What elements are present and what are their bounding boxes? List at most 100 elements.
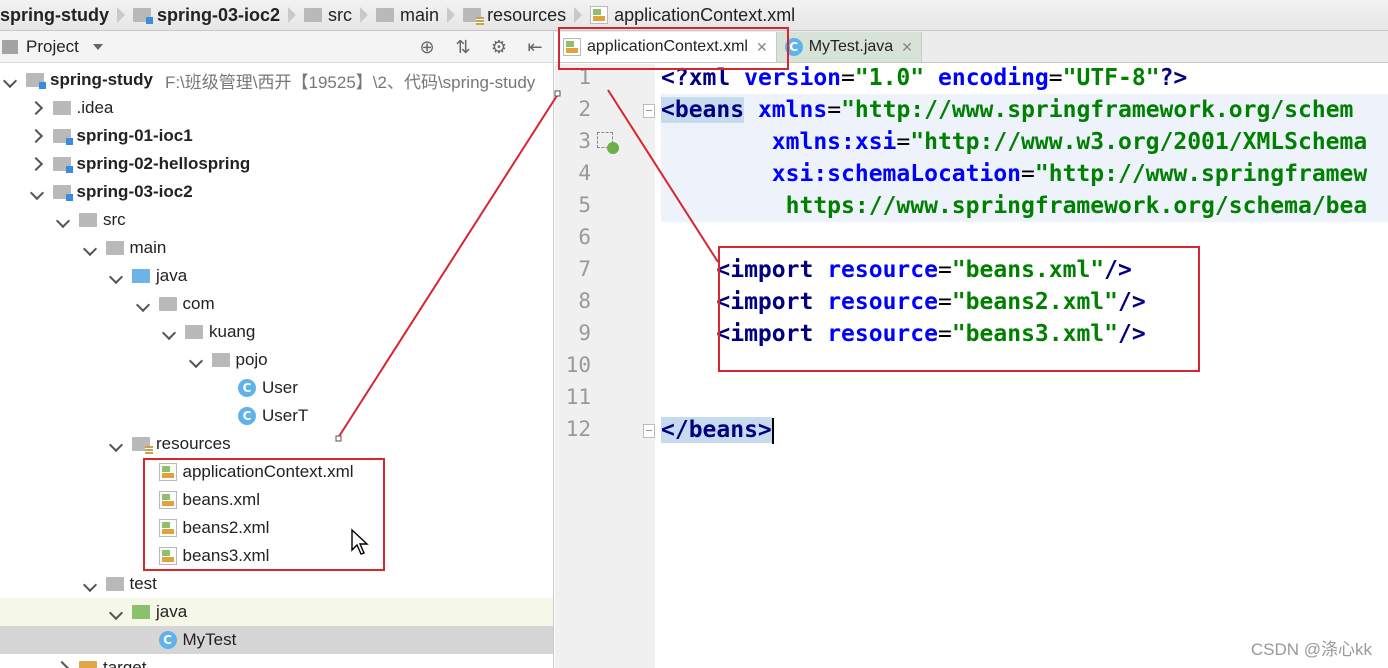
excluded-folder-icon bbox=[79, 661, 97, 668]
chevron-down-icon[interactable] bbox=[137, 297, 151, 311]
chevron-down-icon[interactable] bbox=[31, 185, 45, 199]
code-token: "http://www.springframew bbox=[1034, 161, 1368, 187]
chevron-down-icon[interactable] bbox=[110, 605, 124, 619]
line-number: 3 bbox=[578, 129, 591, 153]
project-view-selector[interactable]: Project bbox=[2, 37, 103, 57]
chevron-down-icon[interactable] bbox=[84, 577, 98, 591]
tree-item[interactable]: target bbox=[0, 654, 553, 668]
tree-item-label: main bbox=[129, 238, 167, 257]
code-token: xsi:schemaLocation bbox=[771, 161, 1022, 187]
breadcrumb-item-resources[interactable]: resources bbox=[463, 5, 572, 26]
fold-marker-icon[interactable] bbox=[643, 104, 655, 118]
line-number: 7 bbox=[578, 257, 591, 281]
tree-item-label: spring-02-hellospring bbox=[76, 154, 251, 173]
folder-icon bbox=[105, 241, 124, 255]
text-caret bbox=[771, 417, 774, 444]
chevron-down-icon[interactable] bbox=[4, 73, 18, 87]
gear-icon[interactable]: ⚙ bbox=[489, 37, 509, 58]
code-token: = bbox=[827, 97, 842, 123]
tree-item-label: target bbox=[103, 658, 147, 668]
tab-label: MyTest.java bbox=[808, 38, 894, 55]
code-token: <beans bbox=[661, 97, 745, 123]
spring-bean-icon[interactable] bbox=[597, 132, 619, 154]
class-icon: C bbox=[238, 379, 256, 397]
chevron-down-icon[interactable] bbox=[163, 325, 177, 339]
resources-folder-icon bbox=[463, 8, 485, 25]
tree-item-label: .idea bbox=[76, 98, 114, 117]
annotation-box-files bbox=[143, 458, 385, 571]
folder-icon bbox=[105, 577, 124, 591]
tree-item-label: UserT bbox=[262, 406, 309, 425]
code-line-4: xsi:schemaLocation="http://www.springfra… bbox=[661, 158, 1388, 190]
chevron-right-icon[interactable] bbox=[31, 101, 45, 115]
chevron-right-icon[interactable] bbox=[31, 157, 45, 171]
source-folder-icon bbox=[132, 269, 150, 283]
breadcrumb-item-spring-03-ioc2[interactable]: spring-03-ioc2 bbox=[133, 5, 286, 26]
breadcrumb-separator bbox=[288, 4, 298, 26]
tree-item[interactable]: java bbox=[0, 262, 553, 290]
code-token: "http://www.springframework.org/schem bbox=[841, 97, 1354, 123]
tree-item[interactable]: com bbox=[0, 290, 553, 318]
package-icon bbox=[211, 353, 230, 367]
breadcrumb-item-src[interactable]: src bbox=[304, 5, 358, 26]
test-folder-icon bbox=[132, 605, 150, 619]
tree-item-label: spring-study bbox=[50, 70, 153, 89]
fold-marker-icon[interactable] bbox=[643, 424, 655, 438]
breadcrumb-item-applicationcontext[interactable]: applicationContext.xml bbox=[590, 5, 801, 26]
chevron-down-icon[interactable] bbox=[110, 269, 124, 283]
tree-item[interactable]: spring-02-hellospring bbox=[0, 150, 553, 178]
line-number: 4 bbox=[578, 161, 591, 185]
folder-icon bbox=[304, 8, 323, 22]
code-line-2: <beans xmlns="http://www.springframework… bbox=[661, 94, 1388, 126]
chevron-right-icon[interactable] bbox=[57, 661, 71, 668]
tree-item[interactable]: kuang bbox=[0, 318, 553, 346]
package-icon bbox=[158, 297, 177, 311]
tab-mytest-java[interactable]: C MyTest.java ✕ bbox=[776, 32, 922, 62]
tree-item[interactable]: test bbox=[0, 570, 553, 598]
annotation-box-imports bbox=[718, 246, 1200, 372]
breadcrumb-item-main[interactable]: main bbox=[376, 5, 445, 26]
watermark: CSDN @涤心kk bbox=[1250, 640, 1372, 659]
tree-item[interactable]: C MyTest bbox=[0, 626, 553, 654]
breadcrumb-item-spring-study[interactable]: spring-study bbox=[0, 5, 115, 26]
annotation-box-tab bbox=[558, 27, 789, 70]
project-panel-header: Project ⊕ ⇅ ⚙ ⇤ bbox=[0, 31, 553, 63]
code-line-5: https://www.springframework.org/schema/b… bbox=[661, 190, 1388, 222]
chevron-down-icon[interactable] bbox=[110, 437, 124, 451]
close-icon[interactable]: ✕ bbox=[901, 39, 913, 56]
collapse-all-icon[interactable]: ⇅ bbox=[453, 37, 473, 58]
folder-icon bbox=[79, 213, 97, 227]
chevron-down-icon[interactable] bbox=[57, 213, 71, 227]
hide-panel-icon[interactable]: ⇤ bbox=[525, 37, 545, 58]
code-token: encoding bbox=[938, 65, 1049, 91]
line-number: 2 bbox=[578, 97, 591, 121]
tree-item[interactable]: src bbox=[0, 206, 553, 234]
tree-item[interactable]: spring-study F:\班级管理\西开【19525】\2、代码\sprin… bbox=[0, 66, 553, 94]
project-panel-title: Project bbox=[26, 36, 79, 56]
module-folder-icon bbox=[133, 8, 154, 24]
tree-item[interactable]: C UserT bbox=[0, 402, 553, 430]
line-number: 8 bbox=[578, 289, 591, 313]
chevron-down-icon[interactable] bbox=[190, 353, 204, 367]
locate-icon[interactable]: ⊕ bbox=[417, 37, 437, 58]
module-folder-icon bbox=[52, 185, 73, 201]
editor-gutter: 1 2 3 4 5 6 7 8 9 10 11 12 bbox=[555, 64, 655, 668]
code-token: = bbox=[841, 65, 855, 91]
tree-item[interactable]: .idea bbox=[0, 94, 553, 122]
tree-item[interactable]: java bbox=[0, 598, 553, 626]
tree-item-label: src bbox=[103, 210, 126, 229]
chevron-down-icon[interactable] bbox=[84, 241, 98, 255]
tree-item[interactable]: resources bbox=[0, 430, 553, 458]
chevron-right-icon[interactable] bbox=[31, 129, 45, 143]
tree-item[interactable]: spring-01-ioc1 bbox=[0, 122, 553, 150]
tree-item[interactable]: main bbox=[0, 234, 553, 262]
folder-icon bbox=[52, 101, 71, 115]
tree-item[interactable]: spring-03-ioc2 bbox=[0, 178, 553, 206]
folder-icon bbox=[376, 8, 395, 22]
tree-item[interactable]: pojo bbox=[0, 346, 553, 374]
tree-item[interactable]: C User bbox=[0, 374, 553, 402]
breadcrumb-separator bbox=[447, 4, 457, 26]
